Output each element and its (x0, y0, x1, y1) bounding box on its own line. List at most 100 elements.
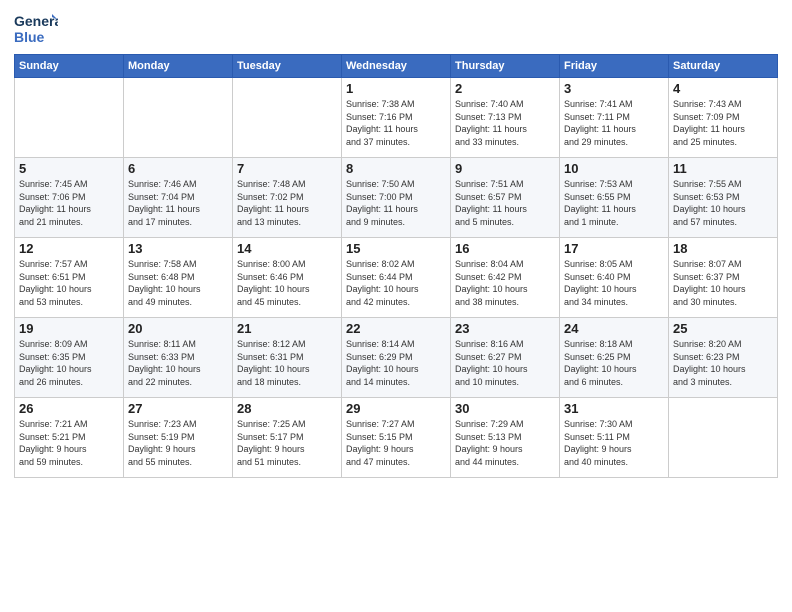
calendar-week-3: 12Sunrise: 7:57 AM Sunset: 6:51 PM Dayli… (15, 238, 778, 318)
day-info: Sunrise: 8:18 AM Sunset: 6:25 PM Dayligh… (564, 338, 664, 388)
calendar-cell: 8 Sunrise: 7:50 AM Sunset: 7:00 PM Daylig… (342, 158, 451, 238)
day-number: 23 (455, 321, 555, 336)
day-number: 22 (346, 321, 446, 336)
day-info: Sunrise: 8:02 AM Sunset: 6:44 PM Dayligh… (346, 258, 446, 308)
day-number: 30 (455, 401, 555, 416)
day-info: Sunrise: 7:29 AM Sunset: 5:13 PM Dayligh… (455, 418, 555, 468)
calendar-cell: 29Sunrise: 7:27 AM Sunset: 5:15 PM Dayli… (342, 398, 451, 478)
calendar-cell: 28 Sunrise: 7:25 AM Sunset: 5:17 PM Dayli… (233, 398, 342, 478)
day-number: 6 (128, 161, 228, 176)
day-info: Sunrise: 8:04 AM Sunset: 6:42 PM Dayligh… (455, 258, 555, 308)
day-number: 9 (455, 161, 555, 176)
calendar-cell: 19Sunrise: 8:09 AM Sunset: 6:35 PM Dayli… (15, 318, 124, 398)
svg-text:General: General (14, 13, 58, 29)
day-number: 17 (564, 241, 664, 256)
calendar-cell (124, 78, 233, 158)
day-info: Sunrise: 7:55 AM Sunset: 6:53 PM Dayligh… (673, 178, 773, 228)
day-info: Sunrise: 7:21 AM Sunset: 5:21 PM Dayligh… (19, 418, 119, 468)
day-info: Sunrise: 8:05 AM Sunset: 6:40 PM Dayligh… (564, 258, 664, 308)
calendar-cell: 26 Sunrise: 7:21 AM Sunset: 5:21 PM Dayli… (15, 398, 124, 478)
day-info: Sunrise: 7:43 AM Sunset: 7:09 PM Dayligh… (673, 98, 773, 148)
day-info: Sunrise: 7:41 AM Sunset: 7:11 PM Dayligh… (564, 98, 664, 148)
calendar-cell: 11 Sunrise: 7:55 AM Sunset: 6:53 PM Dayli… (669, 158, 778, 238)
day-info: Sunrise: 8:07 AM Sunset: 6:37 PM Dayligh… (673, 258, 773, 308)
logo: General Blue (14, 10, 58, 48)
calendar-cell: 16Sunrise: 8:04 AM Sunset: 6:42 PM Dayli… (451, 238, 560, 318)
day-info: Sunrise: 7:53 AM Sunset: 6:55 PM Dayligh… (564, 178, 664, 228)
svg-text:Blue: Blue (14, 29, 45, 45)
day-number: 3 (564, 81, 664, 96)
calendar-header-row: SundayMondayTuesdayWednesdayThursdayFrid… (15, 55, 778, 78)
calendar-header-wednesday: Wednesday (342, 55, 451, 78)
calendar-cell: 15 Sunrise: 8:02 AM Sunset: 6:44 PM Dayli… (342, 238, 451, 318)
day-number: 4 (673, 81, 773, 96)
day-info: Sunrise: 8:14 AM Sunset: 6:29 PM Dayligh… (346, 338, 446, 388)
calendar-cell: 6Sunrise: 7:46 AM Sunset: 7:04 PM Daylig… (124, 158, 233, 238)
calendar-header-thursday: Thursday (451, 55, 560, 78)
day-info: Sunrise: 7:48 AM Sunset: 7:02 PM Dayligh… (237, 178, 337, 228)
calendar-cell: 31Sunrise: 7:30 AM Sunset: 5:11 PM Dayli… (560, 398, 669, 478)
day-number: 25 (673, 321, 773, 336)
day-info: Sunrise: 8:20 AM Sunset: 6:23 PM Dayligh… (673, 338, 773, 388)
calendar-cell: 25 Sunrise: 8:20 AM Sunset: 6:23 PM Dayli… (669, 318, 778, 398)
day-info: Sunrise: 7:51 AM Sunset: 6:57 PM Dayligh… (455, 178, 555, 228)
day-info: Sunrise: 7:58 AM Sunset: 6:48 PM Dayligh… (128, 258, 228, 308)
calendar-cell: 21Sunrise: 8:12 AM Sunset: 6:31 PM Dayli… (233, 318, 342, 398)
calendar-cell (669, 398, 778, 478)
day-number: 21 (237, 321, 337, 336)
day-info: Sunrise: 7:38 AM Sunset: 7:16 PM Dayligh… (346, 98, 446, 148)
day-number: 24 (564, 321, 664, 336)
calendar-cell: 7Sunrise: 7:48 AM Sunset: 7:02 PM Daylig… (233, 158, 342, 238)
day-info: Sunrise: 7:27 AM Sunset: 5:15 PM Dayligh… (346, 418, 446, 468)
calendar-week-5: 26 Sunrise: 7:21 AM Sunset: 5:21 PM Dayli… (15, 398, 778, 478)
day-number: 15 (346, 241, 446, 256)
day-number: 2 (455, 81, 555, 96)
calendar-header-monday: Monday (124, 55, 233, 78)
day-number: 5 (19, 161, 119, 176)
day-info: Sunrise: 8:16 AM Sunset: 6:27 PM Dayligh… (455, 338, 555, 388)
day-info: Sunrise: 7:30 AM Sunset: 5:11 PM Dayligh… (564, 418, 664, 468)
calendar-cell: 27 Sunrise: 7:23 AM Sunset: 5:19 PM Dayli… (124, 398, 233, 478)
day-number: 26 (19, 401, 119, 416)
calendar-cell (233, 78, 342, 158)
day-number: 13 (128, 241, 228, 256)
calendar-cell: 24 Sunrise: 8:18 AM Sunset: 6:25 PM Dayli… (560, 318, 669, 398)
day-number: 27 (128, 401, 228, 416)
calendar-cell: 22 Sunrise: 8:14 AM Sunset: 6:29 PM Dayli… (342, 318, 451, 398)
calendar-cell: 30 Sunrise: 7:29 AM Sunset: 5:13 PM Dayli… (451, 398, 560, 478)
calendar-week-1: 1Sunrise: 7:38 AM Sunset: 7:16 PM Daylig… (15, 78, 778, 158)
calendar-cell: 1Sunrise: 7:38 AM Sunset: 7:16 PM Daylig… (342, 78, 451, 158)
day-number: 10 (564, 161, 664, 176)
day-number: 19 (19, 321, 119, 336)
calendar-cell: 14Sunrise: 8:00 AM Sunset: 6:46 PM Dayli… (233, 238, 342, 318)
calendar-cell: 13 Sunrise: 7:58 AM Sunset: 6:48 PM Dayli… (124, 238, 233, 318)
calendar: SundayMondayTuesdayWednesdayThursdayFrid… (14, 54, 778, 478)
day-info: Sunrise: 7:25 AM Sunset: 5:17 PM Dayligh… (237, 418, 337, 468)
calendar-cell: 5 Sunrise: 7:45 AM Sunset: 7:06 PM Daylig… (15, 158, 124, 238)
day-info: Sunrise: 7:45 AM Sunset: 7:06 PM Dayligh… (19, 178, 119, 228)
calendar-cell: 23 Sunrise: 8:16 AM Sunset: 6:27 PM Dayli… (451, 318, 560, 398)
day-number: 11 (673, 161, 773, 176)
calendar-cell: 9 Sunrise: 7:51 AM Sunset: 6:57 PM Daylig… (451, 158, 560, 238)
day-number: 20 (128, 321, 228, 336)
calendar-cell: 3 Sunrise: 7:41 AM Sunset: 7:11 PM Daylig… (560, 78, 669, 158)
day-number: 12 (19, 241, 119, 256)
day-info: Sunrise: 7:23 AM Sunset: 5:19 PM Dayligh… (128, 418, 228, 468)
day-number: 28 (237, 401, 337, 416)
calendar-cell: 4 Sunrise: 7:43 AM Sunset: 7:09 PM Daylig… (669, 78, 778, 158)
calendar-cell: 10 Sunrise: 7:53 AM Sunset: 6:55 PM Dayli… (560, 158, 669, 238)
day-info: Sunrise: 7:40 AM Sunset: 7:13 PM Dayligh… (455, 98, 555, 148)
calendar-cell (15, 78, 124, 158)
day-info: Sunrise: 7:50 AM Sunset: 7:00 PM Dayligh… (346, 178, 446, 228)
day-number: 18 (673, 241, 773, 256)
calendar-cell: 20 Sunrise: 8:11 AM Sunset: 6:33 PM Dayli… (124, 318, 233, 398)
day-number: 8 (346, 161, 446, 176)
calendar-cell: 2 Sunrise: 7:40 AM Sunset: 7:13 PM Daylig… (451, 78, 560, 158)
day-info: Sunrise: 8:11 AM Sunset: 6:33 PM Dayligh… (128, 338, 228, 388)
calendar-header-saturday: Saturday (669, 55, 778, 78)
header: General Blue (14, 10, 778, 48)
calendar-header-tuesday: Tuesday (233, 55, 342, 78)
calendar-cell: 18 Sunrise: 8:07 AM Sunset: 6:37 PM Dayli… (669, 238, 778, 318)
calendar-cell: 17 Sunrise: 8:05 AM Sunset: 6:40 PM Dayli… (560, 238, 669, 318)
calendar-cell: 12Sunrise: 7:57 AM Sunset: 6:51 PM Dayli… (15, 238, 124, 318)
